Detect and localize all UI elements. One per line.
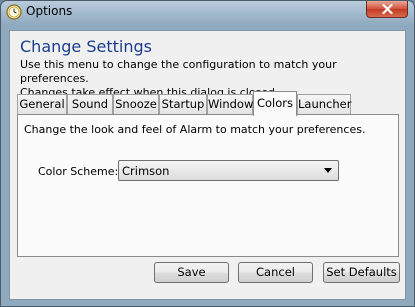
cancel-button[interactable]: Cancel [238, 262, 313, 283]
colors-description: Change the look and feel of Alarm to mat… [24, 123, 366, 136]
page-title: Change Settings [20, 37, 152, 56]
tab-sound[interactable]: Sound [67, 94, 113, 114]
set-defaults-button[interactable]: Set Defaults [323, 262, 400, 283]
tab-snooze[interactable]: Snooze [113, 94, 159, 114]
save-button[interactable]: Save [154, 262, 229, 283]
options-window: Options Change Settings Use this menu to… [0, 0, 415, 307]
title-bar[interactable]: Options [1, 1, 414, 23]
window-title: Options [26, 4, 73, 18]
close-icon [382, 4, 393, 14]
tab-general[interactable]: General [17, 94, 67, 114]
description-line-1: Use this menu to change the configuratio… [20, 58, 337, 85]
tab-launcher[interactable]: Launcher [297, 94, 351, 114]
dialog-body: Change Settings Use this menu to change … [9, 30, 406, 300]
color-scheme-label: Color Scheme: [38, 165, 119, 178]
close-button[interactable] [366, 1, 408, 18]
clock-icon [6, 4, 22, 20]
color-scheme-value: Crimson [122, 164, 170, 178]
tab-colors[interactable]: Colors [253, 91, 297, 116]
colors-tab-panel: Change the look and feel of Alarm to mat… [17, 114, 399, 257]
chevron-down-icon [324, 168, 332, 173]
tab-window[interactable]: Window [207, 94, 253, 114]
tab-startup[interactable]: Startup [159, 94, 207, 114]
color-scheme-dropdown[interactable]: Crimson [118, 160, 339, 181]
